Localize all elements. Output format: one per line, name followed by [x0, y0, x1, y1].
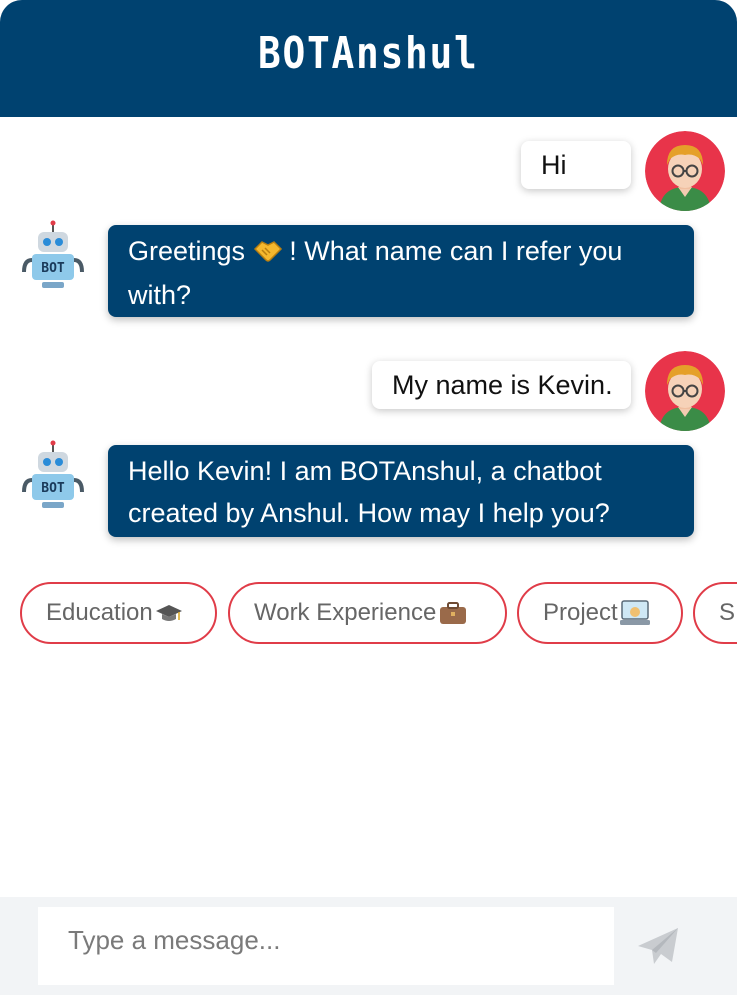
bot-message-text: Greetings	[128, 236, 246, 266]
quick-reply-label: Project	[543, 599, 618, 626]
user-message-text: My name is Kevin.	[392, 370, 613, 400]
briefcase-icon	[438, 600, 468, 626]
handshake-icon	[253, 239, 290, 266]
bot-message-bubble: Greetings ! What name can I refer you wi…	[108, 225, 694, 317]
quick-reply-label: S	[719, 599, 736, 626]
user-message-bubble: My name is Kevin.	[372, 361, 631, 409]
quick-reply-project[interactable]: Project	[517, 582, 683, 644]
bot-avatar: BOT	[20, 440, 86, 512]
quick-reply-work-experience[interactable]: Work Experience	[228, 582, 507, 644]
chat-header: BOTAnshul	[0, 0, 737, 117]
graduation-cap-icon	[155, 602, 183, 624]
quick-reply-label: Education	[46, 599, 153, 626]
bot-message-text-line2: created by Anshul. How may I help you?	[128, 498, 610, 528]
paper-plane-icon	[638, 928, 678, 964]
message-list[interactable]: Hi BOT Greetings ! What name can I refer…	[0, 117, 737, 897]
quick-reply-more[interactable]: S	[693, 582, 737, 644]
bot-message-text-line2: with?	[128, 280, 192, 310]
composer-bar	[0, 897, 737, 995]
bot-message-text: Hello Kevin! I am BOTAnshul, a chatbot	[128, 456, 602, 486]
svg-text:BOT: BOT	[41, 481, 65, 496]
quick-reply-education[interactable]: Education	[20, 582, 217, 644]
svg-text:BOT: BOT	[41, 261, 65, 276]
user-avatar	[645, 131, 725, 211]
laptop-code-icon	[619, 599, 650, 627]
send-button[interactable]	[634, 922, 684, 972]
user-message-text: Hi	[541, 150, 567, 180]
bot-message-text-rest: ! What name can I refer you	[289, 236, 623, 266]
app-title: BOTAnshul	[258, 28, 479, 79]
user-avatar	[645, 351, 725, 431]
bot-message-bubble: Hello Kevin! I am BOTAnshul, a chatbot c…	[108, 445, 694, 537]
quick-reply-label: Work Experience	[254, 599, 437, 626]
message-input[interactable]	[38, 907, 614, 985]
bot-avatar: BOT	[20, 220, 86, 292]
user-message-bubble: Hi	[521, 141, 631, 189]
quick-replies: Education Work Experience Project S	[0, 582, 737, 646]
